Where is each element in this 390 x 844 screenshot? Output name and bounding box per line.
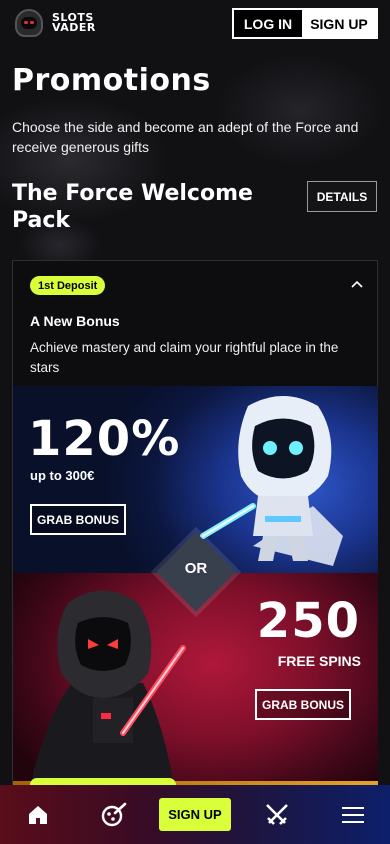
details-button[interactable]: DETAILS bbox=[307, 181, 377, 212]
logo-text: SLOTS VADER bbox=[52, 12, 96, 34]
offer2-amount: 250 bbox=[256, 593, 360, 649]
bottom-nav: SIGN UP bbox=[0, 785, 390, 844]
section-title: The Force Welcome Pack bbox=[12, 181, 253, 233]
nav-menu[interactable] bbox=[338, 800, 368, 830]
nav-sports[interactable] bbox=[262, 800, 292, 830]
page-intro: Choose the side and become an adept of t… bbox=[12, 119, 359, 155]
auth-buttons: LOG IN SIGN UP bbox=[232, 8, 378, 39]
chevron-up-icon[interactable] bbox=[351, 279, 363, 291]
bonus-description: Achieve mastery and claim your rightful … bbox=[30, 340, 339, 375]
sith-character-icon bbox=[33, 590, 186, 781]
signup-button[interactable]: SIGN UP bbox=[302, 10, 376, 37]
offer1-subtitle: up to 300€ bbox=[30, 468, 95, 483]
deposit-badge: 1st Deposit bbox=[30, 276, 106, 295]
logo-line2: VADER bbox=[52, 21, 96, 34]
casino-icon bbox=[101, 802, 127, 827]
offer1-amount: 120% bbox=[28, 411, 181, 467]
nav-casino[interactable] bbox=[99, 800, 129, 830]
logo[interactable]: SLOTS VADER bbox=[12, 8, 96, 38]
vader-logo-icon bbox=[12, 8, 46, 38]
login-button[interactable]: LOG IN bbox=[234, 10, 302, 37]
page-background: SLOTS VADER LOG IN SIGN UP Promotions Ch… bbox=[0, 0, 390, 844]
nav-signup-button[interactable]: SIGN UP bbox=[159, 798, 231, 831]
home-icon bbox=[29, 806, 47, 824]
top-header: SLOTS VADER LOG IN SIGN UP bbox=[0, 0, 390, 46]
nav-home[interactable] bbox=[23, 800, 53, 830]
offer2-subtitle: FREE SPINS bbox=[277, 653, 361, 669]
menu-icon bbox=[342, 807, 364, 823]
page-title: Promotions bbox=[12, 63, 211, 98]
grab-bonus-button-dark[interactable]: GRAB BONUS bbox=[255, 689, 351, 720]
jedi-character-icon bbox=[200, 396, 343, 566]
grab-bonus-button-light[interactable]: GRAB BONUS bbox=[30, 504, 126, 535]
bonus-card: 1st Deposit A New Bonus Achieve mastery … bbox=[12, 260, 378, 844]
swords-icon bbox=[266, 804, 288, 825]
bonus-title: A New Bonus bbox=[30, 313, 120, 329]
or-label: OR bbox=[184, 560, 208, 577]
